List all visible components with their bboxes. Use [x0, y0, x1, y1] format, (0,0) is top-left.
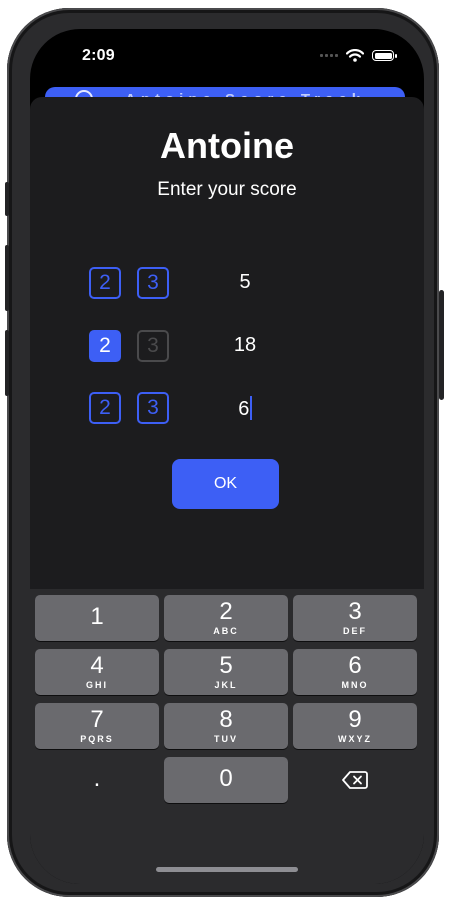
mute-switch [5, 182, 9, 216]
key-digit: 9 [348, 706, 362, 733]
multiplier-chip-2[interactable]: 2 [89, 392, 121, 424]
ok-button[interactable]: OK [172, 459, 279, 509]
key-letters: MNO [341, 680, 369, 690]
key-letters: ABC [213, 626, 239, 636]
screen: 2:09 Antoine Score Track Antoine Enter y… [30, 29, 424, 884]
battery-icon [372, 50, 397, 61]
key-digit: 7 [90, 706, 104, 733]
key-3[interactable]: 3 DEF [293, 595, 417, 641]
score-row: 2 3 6 [30, 392, 424, 426]
key-digit: 2 [219, 598, 233, 625]
key-decimal[interactable]: . [35, 757, 159, 803]
key-5[interactable]: 5 JKL [164, 649, 288, 695]
text-cursor [250, 396, 252, 420]
key-digit: 1 [90, 603, 104, 630]
key-digit: . [93, 765, 101, 792]
key-1[interactable]: 1 [35, 595, 159, 641]
key-letters: GHI [85, 680, 108, 690]
cellular-signal-icon [320, 54, 338, 57]
key-letters: PQRS [80, 734, 114, 744]
key-2[interactable]: 2 ABC [164, 595, 288, 641]
volume-down-button [5, 330, 9, 396]
key-letters: DEF [343, 626, 367, 636]
key-7[interactable]: 7 PQRS [35, 703, 159, 749]
key-digit: 3 [348, 598, 362, 625]
key-letters: TUV [214, 734, 238, 744]
multiplier-chip-3[interactable]: 3 [137, 330, 169, 362]
key-letters: WXYZ [338, 734, 372, 744]
score-row: 2 3 18 [30, 330, 424, 364]
key-digit: 4 [90, 652, 104, 679]
power-button [439, 290, 444, 400]
player-name-title: Antoine [160, 125, 294, 166]
multiplier-chip-2[interactable]: 2 [89, 267, 121, 299]
volume-up-button [5, 245, 9, 311]
key-letters: JKL [214, 680, 238, 690]
home-indicator [156, 867, 298, 872]
key-digit: 6 [348, 652, 362, 679]
subtitle: Enter your score [157, 179, 297, 200]
score-input-focused[interactable]: 6 [190, 396, 300, 421]
key-backspace[interactable] [293, 757, 417, 803]
backspace-icon [342, 771, 368, 789]
key-8[interactable]: 8 TUV [164, 703, 288, 749]
key-0[interactable]: 0 [164, 757, 288, 803]
status-time: 2:09 [82, 47, 115, 64]
score-row: 2 3 5 [30, 267, 424, 301]
multiplier-chip-2[interactable]: 2 [89, 330, 121, 362]
multiplier-chip-3[interactable]: 3 [137, 392, 169, 424]
multiplier-chip-3[interactable]: 3 [137, 267, 169, 299]
numeric-keyboard: 1 2 ABC 3 DEF 4 GHI 5 JKL 6 MNO 7 PQRS 8… [30, 589, 424, 884]
status-icons [320, 49, 397, 62]
wifi-icon [346, 49, 364, 62]
key-9[interactable]: 9 WXYZ [293, 703, 417, 749]
key-4[interactable]: 4 GHI [35, 649, 159, 695]
key-digit: 8 [219, 706, 233, 733]
score-input[interactable]: 18 [190, 334, 300, 357]
key-6[interactable]: 6 MNO [293, 649, 417, 695]
score-input[interactable]: 5 [190, 271, 300, 294]
key-digit: 5 [219, 652, 233, 679]
score-value: 6 [238, 398, 250, 420]
key-digit: 0 [219, 765, 233, 792]
